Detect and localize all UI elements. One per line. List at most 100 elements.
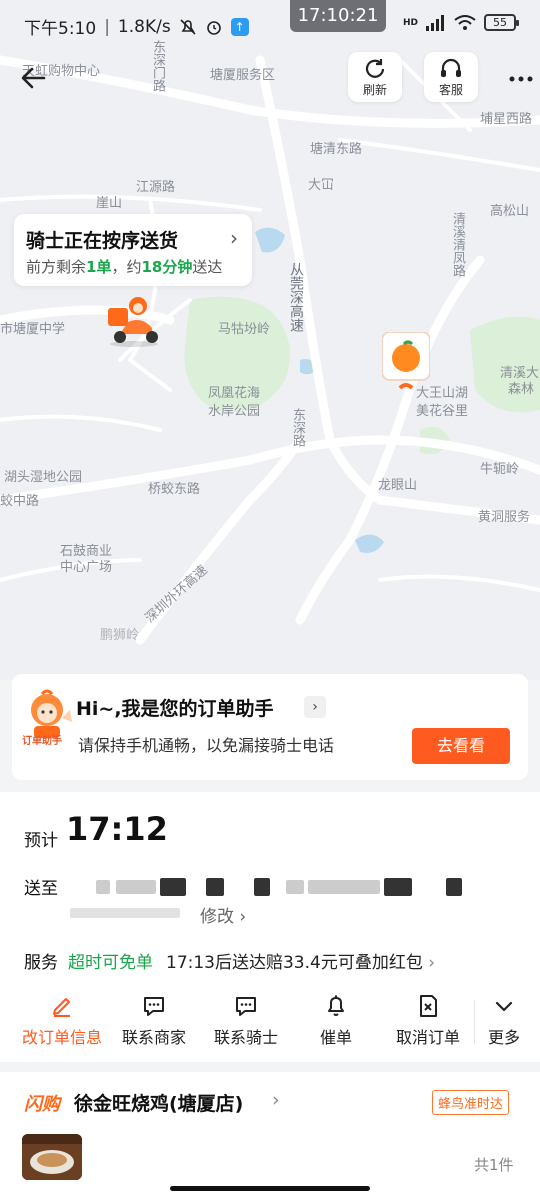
delivery-info-panel: 预计 17:12 送至 修改 › 服务 超时可免单 17:13后送达赔33.4元… xyxy=(0,792,540,1062)
eta-suffix: 送达 xyxy=(192,258,223,276)
contact-rider-button[interactable]: 联系骑士 xyxy=(200,990,292,1054)
network-type: HD xyxy=(402,17,418,28)
chevron-down-icon xyxy=(495,1001,513,1012)
rider-status-title: 骑士正在按序送货 xyxy=(26,230,179,252)
service-tag: 超时可免单 xyxy=(68,953,153,973)
contact-merchant-button[interactable]: 联系商家 xyxy=(108,990,200,1054)
shop-section[interactable]: 闪购 徐金旺烧鸡(塘厦店) › 蜂鸟准时达 共1件 xyxy=(0,1072,540,1200)
map-label: 凤凰花海 xyxy=(208,386,261,401)
roast-chicken-image xyxy=(22,1134,82,1180)
remain-count: 1单 xyxy=(86,258,112,276)
edit-icon xyxy=(53,998,70,1017)
edit-order-button[interactable]: 改订单信息 xyxy=(16,990,108,1054)
map-label: 崖山 xyxy=(96,196,123,211)
rider-status-bubble[interactable]: 骑士正在按序送货 › 前方剩余1单，约18分钟送达 xyxy=(14,214,252,286)
assistant-title: Hi~,我是您的订单助手 xyxy=(76,698,274,720)
service-detail[interactable]: 17:13后送达赔33.4元可叠加红包 › xyxy=(166,948,435,973)
back-button[interactable] xyxy=(18,62,50,94)
map-label: 塘清东路 xyxy=(310,142,363,157)
eta-prefix: ，约 xyxy=(111,258,142,276)
map-label: 市塘厦中学 xyxy=(0,322,66,337)
eta-label: 预计 xyxy=(24,831,58,851)
map-label: 龙眼山 xyxy=(378,478,418,493)
refresh-label: 刷新 xyxy=(362,83,387,97)
urge-order-button[interactable]: 催单 xyxy=(290,990,382,1054)
chevron-right-icon: › xyxy=(230,226,238,250)
edit-order-label: 改订单信息 xyxy=(21,1028,102,1047)
more-options-button[interactable] xyxy=(508,70,534,82)
status-bar: 下午5:10 | 1.8K/s ↑ 17:10:21 HD 55 xyxy=(0,0,540,50)
map-label: 马牯坋岭 xyxy=(218,322,271,337)
battery-indicator: 55 xyxy=(484,14,519,31)
headset-icon xyxy=(441,58,461,77)
flash-buy-label: 闪购 xyxy=(24,1094,60,1115)
refresh-icon xyxy=(365,59,385,78)
map-label: 埔星西路 xyxy=(480,112,533,127)
service-text: 17:13后送达赔33.4元可叠加红包 xyxy=(166,953,423,973)
map-label: 从莞深高速 xyxy=(288,262,304,332)
go-see-button[interactable]: 去看看 xyxy=(412,728,510,764)
map-label: 黄洞服务 xyxy=(478,510,531,525)
scooter-rider-icon xyxy=(108,297,158,347)
status-speed: 1.8K/s xyxy=(117,16,171,37)
map-label: 鹏狮岭 xyxy=(100,628,140,643)
shop-name: 徐金旺烧鸡(塘厦店) xyxy=(74,1093,244,1115)
map-label: 水岸公园 xyxy=(208,404,261,419)
chat-icon xyxy=(236,997,256,1016)
map-label: 蛟中路 xyxy=(0,494,40,509)
map[interactable]: 天虹购物中心 塘厦服务区 东深门路 塘清东路 大冚 埔星西路 江源路 崖山 高松… xyxy=(0,0,540,680)
assistant-description: 请保持手机通畅，以免漏接骑士电话 xyxy=(78,736,335,755)
map-label: 桥蛟东路 xyxy=(148,482,201,497)
more-dots-icon xyxy=(509,76,533,82)
rider-marker[interactable] xyxy=(102,292,166,348)
refresh-button[interactable]: 刷新 xyxy=(348,52,402,102)
address-label: 送至 xyxy=(24,879,58,899)
contact-rider-label: 联系骑士 xyxy=(213,1028,278,1047)
map-label: 大冚 xyxy=(308,178,335,193)
eta-time: 17:12 xyxy=(66,810,168,848)
map-label: 中心广场 xyxy=(60,560,113,575)
orange-shop-icon xyxy=(382,332,430,390)
order-actions: 改订单信息 联系商家 联系骑士 催单 取消订单 更多 xyxy=(0,990,540,1054)
service-label: 客服 xyxy=(438,83,463,97)
chevron-right-icon[interactable]: › xyxy=(304,696,326,718)
arrow-left-icon xyxy=(21,67,46,89)
chat-icon xyxy=(144,997,164,1016)
wifi-icon xyxy=(454,14,476,30)
map-label: 塘厦服务区 xyxy=(210,68,276,83)
signal-icon xyxy=(426,14,444,31)
edit-label: 修改 xyxy=(200,907,234,927)
mascot-tag: 订单助手 xyxy=(22,736,62,747)
map-label: 森林 xyxy=(508,382,535,397)
product-thumbnail[interactable] xyxy=(22,1134,82,1180)
cancel-order-icon xyxy=(420,995,437,1017)
order-assistant-card[interactable]: 订单助手 Hi~,我是您的订单助手 › 请保持手机通畅，以免漏接骑士电话 去看看 xyxy=(12,674,528,780)
map-label: 清溪清凤路 xyxy=(450,212,465,277)
bell-icon xyxy=(328,995,344,1016)
service-label: 服务 xyxy=(24,953,58,973)
eta-minutes: 18分钟 xyxy=(141,258,193,276)
mute-bell-icon xyxy=(180,18,196,35)
map-label: 美花谷里 xyxy=(416,404,469,419)
map-label: 高松山 xyxy=(490,204,530,219)
map-label: 湖头湿地公园 xyxy=(4,470,83,485)
customer-service-button[interactable]: 客服 xyxy=(424,52,478,102)
alarm-icon xyxy=(206,20,221,35)
status-time: 下午5:10 xyxy=(24,19,97,39)
remain-prefix: 前方剩余 xyxy=(26,258,87,276)
destination-marker[interactable] xyxy=(382,332,430,392)
map-roads xyxy=(0,55,540,645)
rider-status-subtitle: 前方剩余1单，约18分钟送达 xyxy=(26,256,222,277)
center-clock: 17:10:21 xyxy=(290,0,386,32)
contact-merchant-label: 联系商家 xyxy=(121,1028,186,1047)
more-actions-label: 更多 xyxy=(487,1028,520,1047)
map-label: 江源路 xyxy=(136,180,176,195)
more-actions-button[interactable]: 更多 xyxy=(458,990,540,1054)
chevron-right-icon: › xyxy=(272,1089,280,1111)
item-count: 共1件 xyxy=(474,1156,514,1174)
urge-order-label: 催单 xyxy=(319,1028,352,1047)
map-label: 东深路 xyxy=(290,408,305,447)
edit-address-link[interactable]: 修改 › xyxy=(200,902,246,927)
map-label: 牛轭岭 xyxy=(480,462,520,477)
home-indicator[interactable] xyxy=(170,1186,370,1191)
